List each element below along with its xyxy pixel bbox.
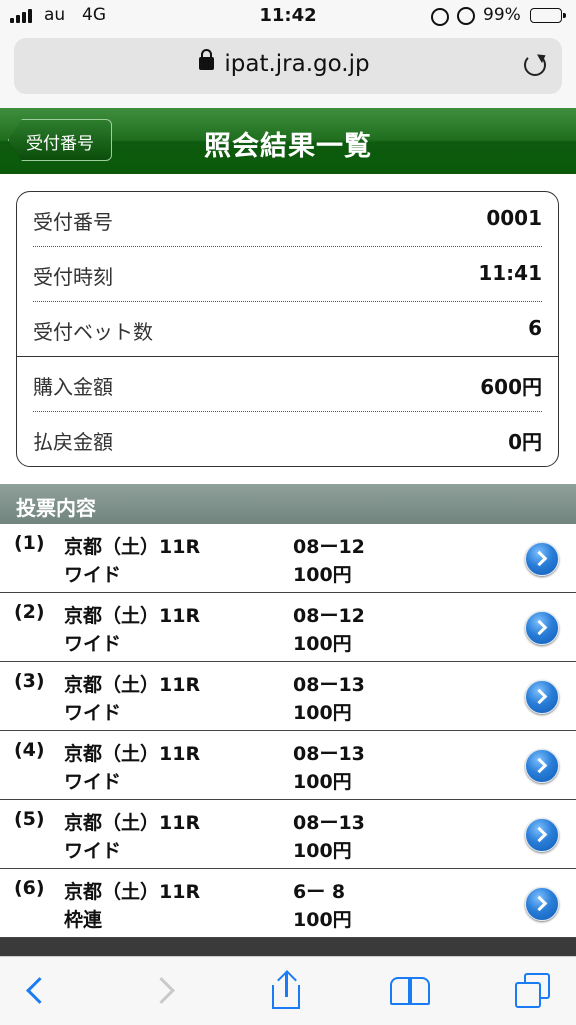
- section-header: 投票内容: [0, 484, 576, 524]
- summary-row-bet-count: 受付ベット数 6: [33, 302, 542, 357]
- bet-number: (2): [14, 601, 45, 623]
- bet-type: ワイド: [64, 633, 122, 655]
- bet-number: (6): [14, 877, 45, 899]
- bet-row[interactable]: (6) 京都（土）11R 枠連 6ー 8 100円: [0, 869, 576, 938]
- summary-value: 600円: [480, 375, 542, 399]
- share-icon[interactable]: [266, 970, 306, 1011]
- chevron-right-icon[interactable]: [525, 680, 559, 714]
- bet-amount: 100円: [293, 633, 352, 655]
- summary-label: 受付ベット数: [33, 320, 153, 344]
- browser-toolbar: [0, 956, 576, 1025]
- bet-race: 京都（土）11R: [64, 605, 201, 627]
- address-bar[interactable]: ipat.jra.go.jp: [14, 38, 562, 94]
- summary-row-purchase-amount: 購入金額 600円: [33, 357, 542, 412]
- alarm-icon: [457, 7, 475, 25]
- page-title: 照会結果一覧: [204, 131, 372, 162]
- rotation-lock-icon: [431, 8, 449, 26]
- summary-row-receipt-time: 受付時刻 11:41: [33, 247, 542, 302]
- bet-amount: 100円: [293, 771, 352, 793]
- bet-race: 京都（土）11R: [64, 674, 201, 696]
- footer-strip: [0, 938, 576, 956]
- bet-row[interactable]: (3) 京都（土）11R ワイド 08ー13 100円: [0, 662, 576, 731]
- bet-row[interactable]: (2) 京都（土）11R ワイド 08ー12 100円: [0, 593, 576, 662]
- browser-address-area: ipat.jra.go.jp: [0, 34, 576, 108]
- summary-box: 受付番号 0001 受付時刻 11:41 受付ベット数 6 購入金額 600円 …: [16, 191, 559, 467]
- summary-label: 払戻金額: [33, 430, 113, 454]
- bet-type: ワイド: [64, 702, 122, 724]
- section-title: 投票内容: [16, 496, 96, 520]
- bet-amount: 100円: [293, 702, 352, 724]
- bet-number: (4): [14, 739, 45, 761]
- chevron-right-icon[interactable]: [525, 611, 559, 645]
- summary-value: 0001: [486, 206, 542, 230]
- summary-value: 11:41: [478, 261, 542, 285]
- summary-label: 受付時刻: [33, 265, 113, 289]
- bet-combination: 08ー13: [293, 743, 365, 765]
- tabs-icon[interactable]: [512, 971, 552, 1011]
- summary-row-receipt-number: 受付番号 0001: [33, 192, 542, 247]
- bet-row[interactable]: (1) 京都（土）11R ワイド 08ー12 100円: [0, 524, 576, 593]
- bet-row[interactable]: (4) 京都（土）11R ワイド 08ー13 100円: [0, 731, 576, 800]
- bet-amount: 100円: [293, 909, 352, 931]
- url-text[interactable]: ipat.jra.go.jp: [14, 51, 562, 77]
- bet-row[interactable]: (5) 京都（土）11R ワイド 08ー13 100円: [0, 800, 576, 869]
- bet-amount: 100円: [293, 840, 352, 862]
- summary-label: 受付番号: [33, 210, 113, 234]
- back-icon[interactable]: [14, 971, 54, 1011]
- chevron-right-icon[interactable]: [525, 818, 559, 852]
- status-bar: au 4G 11:42 99%: [0, 0, 576, 34]
- bet-combination: 08ー12: [293, 536, 365, 558]
- battery-percent: 99%: [483, 5, 521, 25]
- chevron-right-icon[interactable]: [525, 749, 559, 783]
- summary-value: 0円: [508, 430, 542, 454]
- bet-race: 京都（土）11R: [64, 536, 201, 558]
- bet-combination: 08ー13: [293, 674, 365, 696]
- summary-value: 6: [528, 316, 542, 340]
- summary-label: 購入金額: [33, 375, 113, 399]
- chevron-right-icon[interactable]: [525, 887, 559, 921]
- bet-race: 京都（土）11R: [64, 881, 201, 903]
- reload-icon[interactable]: [524, 54, 546, 76]
- bet-combination: 08ー13: [293, 812, 365, 834]
- bet-race: 京都（土）11R: [64, 812, 201, 834]
- bet-type: ワイド: [64, 564, 122, 586]
- forward-icon[interactable]: [146, 971, 186, 1011]
- bet-number: (3): [14, 670, 45, 692]
- bet-amount: 100円: [293, 564, 352, 586]
- page-header: 受付番号 照会結果一覧: [0, 108, 576, 174]
- bet-combination: 08ー12: [293, 605, 365, 627]
- chevron-right-icon[interactable]: [525, 542, 559, 576]
- bet-type: 枠連: [64, 909, 103, 931]
- bookmarks-icon[interactable]: [390, 971, 430, 1011]
- bet-type: ワイド: [64, 840, 122, 862]
- summary-row-payout-amount: 払戻金額 0円: [33, 412, 542, 466]
- bet-number: (5): [14, 808, 45, 830]
- bet-number: (1): [14, 532, 45, 554]
- bet-type: ワイド: [64, 771, 122, 793]
- bet-race: 京都（土）11R: [64, 743, 201, 765]
- bet-combination: 6ー 8: [293, 881, 346, 903]
- battery-icon: [530, 8, 566, 23]
